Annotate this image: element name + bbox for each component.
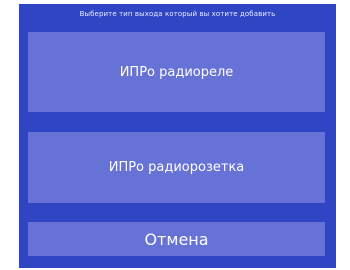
option-label: ИПРо радиорозетка bbox=[108, 160, 245, 175]
option-ipro-radiorele-button[interactable]: ИПРо радиореле bbox=[28, 32, 325, 112]
cancel-button[interactable]: Отмена bbox=[28, 222, 325, 256]
output-type-dialog: Выберите тип выхода который вы хотите до… bbox=[19, 4, 336, 268]
cancel-label: Отмена bbox=[144, 229, 209, 249]
dialog-title: Выберите тип выхода который вы хотите до… bbox=[79, 10, 276, 18]
option-label: ИПРо радиореле bbox=[119, 64, 234, 80]
option-ipro-radiorozetka-button[interactable]: ИПРо радиорозетка bbox=[28, 132, 325, 203]
